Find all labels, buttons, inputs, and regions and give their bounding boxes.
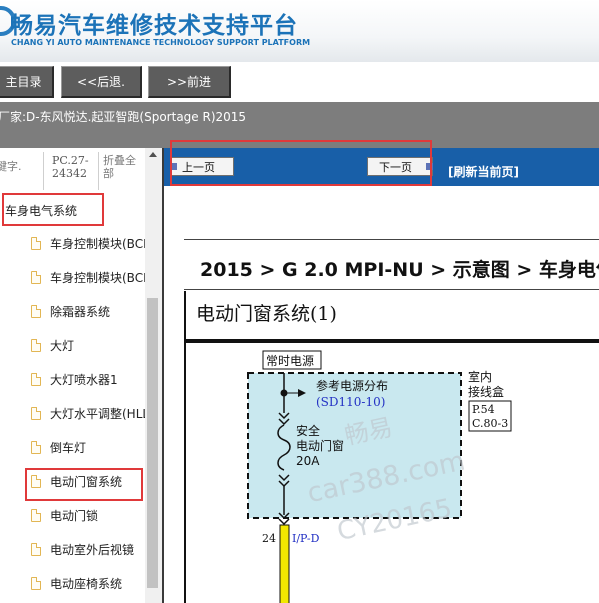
tree-item-label: 大灯水平调整(HLLD): [50, 406, 145, 421]
fuse-label: 安全: [296, 423, 320, 438]
tree-item-label: 电动室外后视镜: [50, 542, 135, 557]
scrollbar-thumb[interactable]: [147, 298, 158, 588]
document-icon: [31, 542, 41, 556]
sidebar: 键字. PC.27-24342 折叠全部 车身电气系统 车身控制模块(BCM) …: [0, 148, 162, 603]
tree-item[interactable]: 倒车灯: [0, 430, 145, 464]
pin-connector: I/P-D: [292, 532, 320, 545]
fuse-label: 电动门窗: [296, 438, 344, 453]
sidebar-tabs: 键字. PC.27-24342 折叠全部: [0, 148, 145, 194]
document-icon: [31, 270, 41, 284]
app-title: 畅易汽车维修技术支持平台: [10, 13, 298, 39]
tab-divider: [43, 152, 44, 190]
document-icon: [31, 406, 41, 420]
junction-ref: P.54: [472, 403, 495, 416]
distribution-label: 参考电源分布: [316, 378, 388, 393]
power-label: 常时电源: [266, 354, 314, 368]
document-icon: [31, 474, 41, 488]
prev-page-button[interactable]: 上一页: [170, 157, 234, 176]
scroll-up-icon[interactable]: [149, 152, 157, 157]
document-view: 2015 > G 2.0 MPI-NU > 示意图 > 车身电气系统 电动门窗系…: [164, 186, 599, 603]
tree-item-label: 电动门窗系统: [50, 474, 123, 489]
next-page-label: 下一页: [379, 160, 412, 174]
main-menu-button[interactable]: 主目录: [0, 66, 54, 98]
tab-divider: [98, 152, 99, 190]
document-icon: [31, 236, 41, 250]
tree-item[interactable]: 车身控制模块(BCM): [0, 260, 145, 294]
forward-button[interactable]: >>前进: [148, 66, 231, 98]
next-page-button[interactable]: 下一页: [367, 157, 433, 176]
distribution-ref: (SD110-10): [316, 395, 385, 409]
document-icon: [31, 508, 41, 522]
tree-item[interactable]: 除霜器系统: [0, 294, 145, 328]
tree-item-selected[interactable]: 电动门窗系统: [0, 464, 145, 498]
document-icon: [31, 576, 41, 590]
tab-pc-code[interactable]: PC.27-24342: [52, 154, 96, 180]
junction-label: 接线盒: [468, 384, 504, 399]
arrow-right-icon: [426, 163, 433, 170]
connector-icon: [278, 518, 290, 526]
tree-item[interactable]: 电动座椅系统: [0, 566, 145, 600]
arrow-left-icon: [170, 163, 177, 170]
document-icon: [31, 338, 41, 352]
fuse-rating: 20A: [296, 454, 320, 468]
diagram-title: 电动门窗系统(1): [196, 303, 337, 325]
app-header: 畅易汽车维修技术支持平台 CHANG YI AUTO MAINTENANCE T…: [0, 0, 599, 62]
tree-item-label: 车身控制模块(BCM): [50, 270, 145, 285]
tree-item[interactable]: 大灯水平调整(HLLD): [0, 396, 145, 430]
content-frame: 上一页 下一页 [刷新当前页] 2015 > G 2.0 MPI-NU > 示意…: [162, 148, 599, 603]
tree-root-body-electrical[interactable]: 车身电气系统: [0, 194, 145, 226]
junction-ref: C.80-3: [472, 417, 508, 430]
vehicle-info-bar: 厂家:D-东风悦达.起亚智跑(Sportage R)2015: [0, 102, 599, 148]
manufacturer-text: 厂家:D-东风悦达.起亚智跑(Sportage R)2015: [0, 110, 247, 124]
tree-item-label: 倒车灯: [50, 440, 87, 455]
tree-item-label: 大灯: [50, 338, 75, 353]
divider: [184, 239, 599, 240]
junction-label: 室内: [468, 369, 492, 384]
document-icon: [31, 440, 41, 454]
app-subtitle: CHANG YI AUTO MAINTENANCE TECHNOLOGY SUP…: [11, 38, 311, 47]
tree-item-label: 大灯喷水器1: [50, 372, 118, 387]
refresh-link[interactable]: [刷新当前页]: [448, 163, 519, 180]
breadcrumb: 2015 > G 2.0 MPI-NU > 示意图 > 车身电气系统: [200, 259, 599, 281]
document-icon: [31, 304, 41, 318]
pin-number: 24: [262, 532, 276, 545]
page-toolbar: 上一页 下一页 [刷新当前页]: [164, 148, 599, 186]
sidebar-scrollbar[interactable]: [145, 148, 162, 603]
yellow-wire: [279, 524, 290, 603]
tree-item-label: 车身控制模块(BCM): [50, 236, 145, 251]
nav-bar: 主目录 <<后退. >>前进: [0, 62, 599, 102]
tree-item-label: 电动门锁: [50, 508, 99, 523]
tab-keyword[interactable]: 键字.: [0, 160, 22, 173]
tree-item[interactable]: 大灯喷水器1: [0, 362, 145, 396]
tree-item[interactable]: 电动门锁: [0, 498, 145, 532]
tree-item-label: 电动座椅系统: [50, 576, 123, 591]
schematic-drawing: 常时电源 参考电源分布 (SD110-10) 安全 电动门窗 20A 室内 接线…: [247, 350, 512, 603]
wiring-diagram: 电动门窗系统(1) 常时电源 参考电源分布 (SD110-10) 安全 电动门窗…: [184, 291, 599, 603]
document-icon: [31, 372, 41, 386]
back-button[interactable]: <<后退.: [61, 66, 142, 98]
tree-item-label: 除霜器系统: [50, 304, 111, 319]
tree-item[interactable]: 大灯: [0, 328, 145, 362]
tree-item[interactable]: 车身控制模块(BCM): [0, 226, 145, 260]
tab-collapse-all[interactable]: 折叠全部: [103, 154, 143, 180]
prev-page-label: 上一页: [182, 160, 215, 174]
divider: [184, 289, 599, 290]
tree-item[interactable]: 电动室外后视镜: [0, 532, 145, 566]
